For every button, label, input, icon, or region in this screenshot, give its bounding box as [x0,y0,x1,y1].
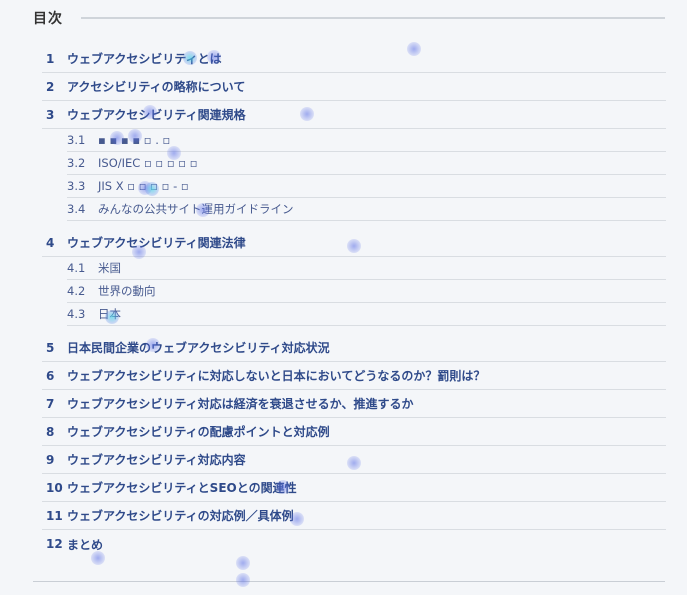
toc-item-label: ウェブアクセシビリティ対応は経済を衰退させるか、推進するか [67,397,414,411]
toc-item-label: アクセシビリティの略称について [67,80,246,94]
toc-item-label: JIS X ▫ ▫ ▫ ▫ - ▫ [98,179,189,193]
toc-item-label: ウェブアクセシビリティ関連法律 [67,236,246,250]
toc-item-number: 5 [46,340,55,355]
toc-subitem-3-4[interactable]: 3.4 みんなの公共サイト運用ガイドライン [67,198,666,221]
bottom-divider [33,581,665,582]
toc-item-9[interactable]: 9 ウェブアクセシビリティ対応内容 [42,446,666,474]
marker-dot [236,573,250,587]
toc-item-10[interactable]: 10 ウェブアクセシビリティとSEOとの関連性 [42,474,666,502]
toc-item-label: 日本 [98,307,121,321]
toc-item-label: ウェブアクセシビリティの配慮ポイントと対応例 [67,425,330,439]
toc-item-12[interactable]: 12 まとめ [42,530,666,558]
marker-dot [236,556,250,570]
toc-item-number: 3.3 [67,179,86,193]
toc-subitem-4-1[interactable]: 4.1 米国 [67,257,666,280]
toc-item-label: 米国 [98,261,121,275]
toc-item-6[interactable]: 6 ウェブアクセシビリティに対応しないと日本においてどうなるのか？罰則は？ [42,362,666,390]
toc-subitem-3-3[interactable]: 3.3 JIS X ▫ ▫ ▫ ▫ - ▫ [67,175,666,198]
toc-item-number: 3.4 [67,202,86,216]
toc-item-8[interactable]: 8 ウェブアクセシビリティの配慮ポイントと対応例 [42,418,666,446]
toc-item-label: ウェブアクセシビリティとは [67,52,222,66]
toc-item-number: 4.3 [67,307,86,321]
toc-item-label: まとめ [67,537,104,552]
toc-item-label: みんなの公共サイト運用ガイドライン [98,202,294,216]
toc-subitem-4-3[interactable]: 4.3 日本 [67,303,666,326]
toc-item-4[interactable]: 4 ウェブアクセシビリティ関連法律 [42,229,666,257]
toc-item-number: 9 [46,452,55,467]
toc-item-number: 2 [46,79,55,94]
toc-item-label: ▪ ▪ ▪ ▪ ▫ . ▫ [98,133,171,147]
toc-subitem-3-2[interactable]: 3.2 ISO/IEC ▫ ▫ ▫ ▫ ▫ [67,152,666,175]
toc-list: 1 ウェブアクセシビリティとは 2 アクセシビリティの略称について 3 ウェブア… [42,45,666,558]
toc-item-number: 12 [46,537,63,551]
toc-item-number: 8 [46,424,55,439]
toc-item-number: 4.1 [67,261,86,275]
toc-item-2[interactable]: 2 アクセシビリティの略称について [42,73,666,101]
toc-item-1[interactable]: 1 ウェブアクセシビリティとは [42,45,666,73]
toc-item-3[interactable]: 3 ウェブアクセシビリティ関連規格 [42,101,666,129]
title-divider [81,17,665,19]
toc-item-label: ウェブアクセシビリティ関連規格 [67,108,246,122]
toc-item-label: ウェブアクセシビリティに対応しないと日本においてどうなるのか？罰則は？ [67,369,486,383]
toc-item-number: 7 [46,396,55,411]
toc-item-7[interactable]: 7 ウェブアクセシビリティ対応は経済を衰退させるか、推進するか [42,390,666,418]
toc-item-number: 4 [46,235,55,250]
toc-item-label: ISO/IEC ▫ ▫ ▫ ▫ ▫ [98,156,198,170]
toc-item-number: 3 [46,107,55,122]
toc-item-number: 6 [46,368,55,383]
toc-item-label: ウェブアクセシビリティとSEOとの関連性 [67,481,297,495]
toc-subitem-4-2[interactable]: 4.2 世界の動向 [67,280,666,303]
toc-item-number: 1 [46,51,55,66]
toc-item-number: 3.2 [67,156,86,170]
toc-item-11[interactable]: 11 ウェブアクセシビリティの対応例／具体例 [42,502,666,530]
toc-item-label: 世界の動向 [98,284,156,298]
toc-item-5[interactable]: 5 日本民間企業のウェブアクセシビリティ対応状況 [42,334,666,362]
toc-item-number: 11 [46,508,63,523]
toc-header: 目次 [33,8,665,28]
toc-item-label: 日本民間企業のウェブアクセシビリティ対応状況 [67,341,330,355]
toc-subitem-3-1[interactable]: 3.1 ▪ ▪ ▪ ▪ ▫ . ▫ [67,129,666,152]
toc-item-number: 3.1 [67,133,86,147]
toc-title: 目次 [33,11,63,27]
toc-item-number: 4.2 [67,284,86,298]
toc-item-label: ウェブアクセシビリティ対応内容 [67,453,246,467]
toc-item-number: 10 [46,480,63,495]
toc-item-label: ウェブアクセシビリティの対応例／具体例 [67,509,294,523]
